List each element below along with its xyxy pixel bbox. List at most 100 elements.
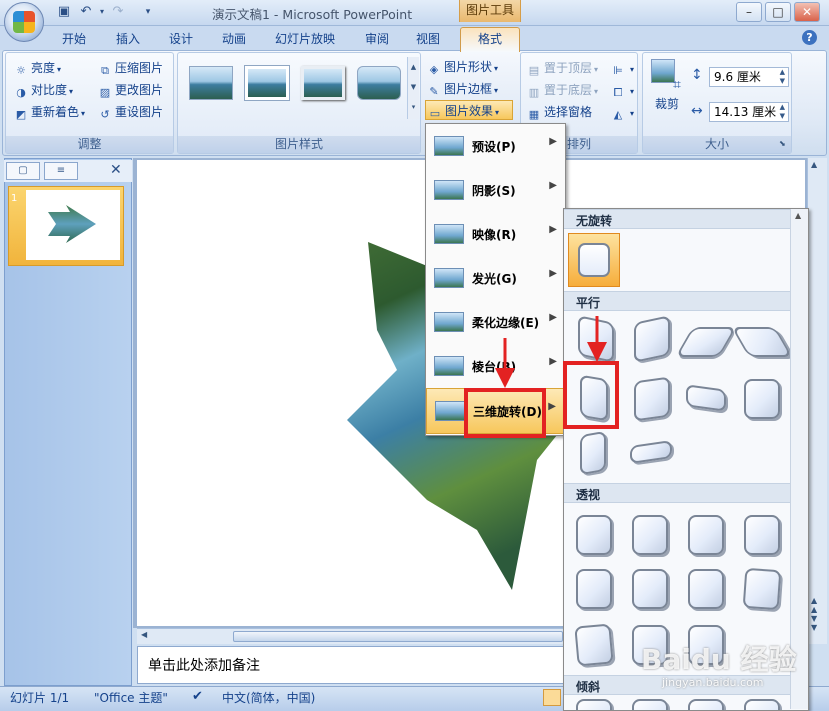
size-dialog-launcher-icon[interactable]: ⬊ [779, 139, 786, 148]
slide-thumbnail[interactable] [26, 190, 120, 260]
tab-review[interactable]: 审阅 [365, 30, 389, 48]
height-spinner[interactable]: 9.6 厘米 ▲ ▼ [709, 67, 789, 87]
oblique-2[interactable] [632, 699, 668, 710]
undo-icon[interactable]: ↶ [78, 4, 94, 20]
office-button[interactable] [4, 2, 44, 42]
picture-effects-button[interactable]: ▭ 图片效果 ▾ [425, 100, 513, 120]
annotation-box-parallel-option [563, 361, 619, 429]
spellcheck-icon[interactable]: ✔ [192, 689, 203, 704]
align-button[interactable]: ⊫ ▾ [611, 58, 634, 78]
crop-label[interactable]: 裁剪 [655, 94, 679, 114]
group-label-adjust: 调整 [6, 136, 173, 153]
help-icon[interactable]: ? [802, 30, 817, 45]
status-language: 中文(简体，中国) [222, 691, 316, 705]
scroll-up-icon[interactable]: ▲ [811, 160, 817, 169]
slide-number: 1 [11, 193, 18, 204]
outline-tab[interactable]: ≡ [44, 162, 78, 180]
window-title: 演示文稿1 - Microsoft PowerPoint [212, 7, 413, 22]
perspective-9[interactable] [574, 623, 614, 667]
picture-border-button[interactable]: ✎ 图片边框 ▾ [427, 79, 498, 99]
style-thumb-2[interactable] [245, 66, 289, 100]
close-button[interactable]: ✕ [794, 2, 820, 22]
status-slide-count: 幻灯片 1/1 [10, 691, 70, 705]
shadow-icon [434, 180, 464, 200]
perspective-1[interactable] [576, 515, 612, 555]
3d-rotation-gallery: 无旋转 平行 透视 倾斜 [563, 208, 809, 711]
oblique-4[interactable] [744, 699, 780, 710]
parallel-rotation-9[interactable] [580, 430, 606, 476]
scroll-page-icons[interactable]: ▲ ▲ ▼ ▼ [811, 596, 817, 632]
tab-view[interactable]: 视图 [416, 30, 440, 48]
perspective-7[interactable] [688, 569, 724, 609]
vertical-scrollbar[interactable]: ▲ ▲ ▲ ▼ ▼ [807, 158, 827, 644]
tab-insert[interactable]: 插入 [116, 30, 140, 48]
tab-home[interactable]: 开始 [62, 30, 86, 48]
tab-format[interactable]: 格式 [460, 27, 520, 52]
annotation-arrow-1 [495, 338, 515, 388]
contrast-button[interactable]: ◑ 对比度 ▾ [14, 80, 73, 100]
style-thumb-3[interactable] [301, 66, 345, 100]
parallel-rotation-7[interactable] [686, 384, 726, 412]
style-thumb-4[interactable] [357, 66, 401, 100]
perspective-8[interactable] [742, 567, 782, 611]
scroll-thumb[interactable] [233, 631, 563, 642]
crop-marks-icon: ⌗ [673, 77, 681, 93]
rotate-button[interactable]: ◭ ▾ [611, 102, 634, 122]
annotation-arrow-2 [587, 316, 607, 362]
tab-design[interactable]: 设计 [169, 30, 193, 48]
tab-slideshow[interactable]: 幻灯片放映 [275, 30, 335, 48]
save-icon[interactable]: ▣ [56, 4, 72, 20]
scroll-left-icon[interactable]: ◀ [141, 630, 147, 639]
watermark-url: jingyan.baidu.com [662, 676, 764, 689]
close-pane-icon[interactable]: ✕ [110, 162, 122, 178]
oblique-1[interactable] [576, 699, 612, 710]
menu-item-glow[interactable]: 发光(G) ▶ [426, 256, 565, 300]
send-to-back-button[interactable]: ▥ 置于底层 ▾ [527, 80, 598, 100]
slides-tab[interactable]: ▢ [6, 162, 40, 180]
parallel-rotation-2[interactable] [634, 315, 670, 363]
compress-pictures-button[interactable]: ⧉ 压缩图片 [98, 58, 163, 78]
style-thumb-1[interactable] [189, 66, 233, 100]
selection-pane-icon: ▦ [528, 108, 540, 121]
qat-customize-icon[interactable]: ▾ [140, 4, 156, 20]
crop-icon[interactable] [651, 59, 675, 83]
bring-to-front-button[interactable]: ▤ 置于顶层 ▾ [527, 58, 598, 78]
tab-animations[interactable]: 动画 [222, 30, 246, 48]
parallel-rotation-3[interactable] [675, 327, 737, 357]
gallery-scroll-up-icon[interactable]: ▲ [795, 211, 801, 220]
parallel-rotation-6[interactable] [634, 376, 670, 422]
perspective-4[interactable] [744, 515, 780, 555]
group-objects-icon: ⧠ [613, 86, 623, 99]
picture-shape-button[interactable]: ◈ 图片形状 ▾ [427, 57, 498, 77]
change-picture-button[interactable]: ▨ 更改图片 [98, 80, 163, 100]
gallery-scrollbar[interactable]: ▲ [790, 209, 808, 709]
redo-icon[interactable]: ↷ [110, 4, 126, 20]
gallery-scroll[interactable]: ▲ ▼ ▾ [407, 57, 419, 119]
glow-icon [434, 268, 464, 288]
minimize-button[interactable]: – [736, 2, 762, 22]
perspective-5[interactable] [576, 569, 612, 609]
parallel-rotation-4[interactable] [731, 327, 793, 357]
change-picture-icon: ▨ [99, 86, 111, 99]
width-spinner[interactable]: 14.13 厘米 ▲ ▼ [709, 102, 789, 122]
perspective-6[interactable] [632, 569, 668, 609]
parallel-rotation-10[interactable] [630, 440, 672, 464]
perspective-2[interactable] [632, 515, 668, 555]
parallel-rotation-8[interactable] [744, 379, 780, 419]
menu-item-shadow[interactable]: 阴影(S) ▶ [426, 168, 565, 212]
normal-view-button[interactable] [543, 689, 561, 706]
no-rotation-option[interactable] [568, 233, 620, 287]
perspective-3[interactable] [688, 515, 724, 555]
menu-item-preset[interactable]: 预设(P) ▶ [426, 124, 565, 168]
recolor-button[interactable]: ◩ 重新着色 ▾ [14, 102, 85, 122]
group-adjust: ☼ 亮度 ▾ ◑ 对比度 ▾ ◩ 重新着色 ▾ ⧉ 压缩图片 ▨ 更改图片 ↺ 重设图片 调整 [5, 52, 174, 154]
maximize-button[interactable]: □ [765, 2, 791, 22]
reset-picture-button[interactable]: ↺ 重设图片 [98, 102, 163, 122]
brightness-icon: ☼ [16, 64, 26, 77]
selection-pane-button[interactable]: ▦ 选择窗格 [527, 102, 592, 122]
menu-item-reflection[interactable]: 映像(R) ▶ [426, 212, 565, 256]
brightness-button[interactable]: ☼ 亮度 ▾ [14, 58, 61, 78]
oblique-3[interactable] [688, 699, 724, 710]
undo-dropdown-icon[interactable]: ▾ [94, 4, 110, 20]
group-objects-button[interactable]: ⧠ ▾ [611, 80, 634, 100]
